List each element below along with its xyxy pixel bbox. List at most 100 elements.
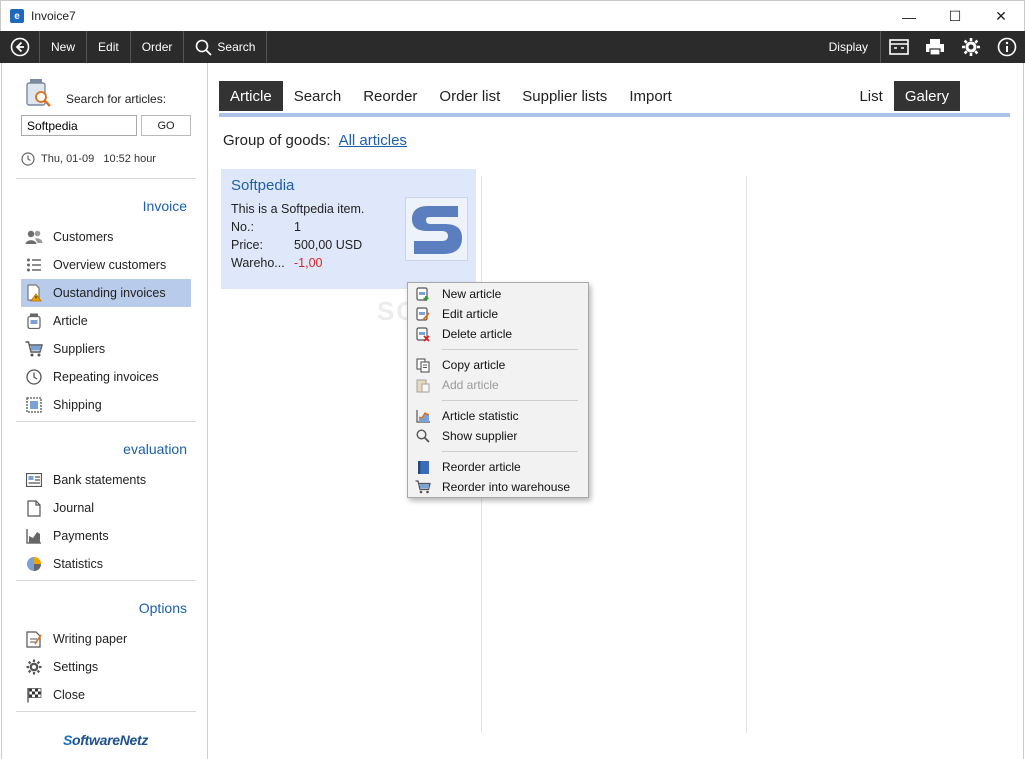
menu-item-show-supplier[interactable]: Show supplier [408,426,588,446]
clock-icon [26,369,42,385]
article-image [405,197,468,261]
tab-import[interactable]: Import [618,81,683,111]
search-icon [196,39,213,56]
menu-item-reorder-into-warehouse[interactable]: Reorder into warehouse [408,477,588,497]
article-number-value: 1 [294,220,301,234]
menu-item-reorder-article[interactable]: Reorder article [408,457,588,477]
main-content: Article Search Reorder Order list Suppli… [209,63,1024,759]
sidebar-item-repeating-invoices[interactable]: Repeating invoices [21,363,191,391]
softpedia-s-logo-icon [412,206,462,254]
search-button[interactable]: Search [184,31,268,63]
menu-item-article-statistic[interactable]: Article statistic [408,406,588,426]
sidebar-item-payments[interactable]: Payments [21,522,191,550]
tab-order-list[interactable]: Order list [428,81,511,111]
menu-item-copy-article[interactable]: Copy article [408,355,588,375]
tab-supplier-lists[interactable]: Supplier lists [511,81,618,111]
sidebar-item-label: Shipping [53,398,102,412]
tab-reorder[interactable]: Reorder [352,81,428,111]
window-title: Invoice7 [31,9,76,23]
book-icon [417,460,429,474]
section-title-options: Options [138,600,187,616]
clock-icon [21,152,35,166]
menu-item-add-article[interactable]: Add article [408,375,588,395]
minimize-button[interactable]: — [886,1,932,32]
new-button[interactable]: New [40,31,88,63]
article-warehouse-value: -1,00 [294,256,323,270]
statistic-chart-icon [415,410,430,423]
document-icon [27,499,41,517]
sidebar-item-shipping[interactable]: Shipping [21,391,191,419]
go-button[interactable]: GO [141,115,191,136]
screen-button[interactable] [881,31,917,63]
menu-item-label: Add article [442,378,499,392]
sidebar-item-settings[interactable]: Settings [21,653,191,681]
article-context-menu: New article Edit article Delete article … [407,282,589,498]
article-price-label: Price: [231,238,263,252]
sidebar-item-label: Bank statements [53,473,147,487]
view-tab-galery[interactable]: Galery [893,81,960,111]
sidebar-item-outstanding-invoices[interactable]: Oustanding invoices [21,279,191,307]
article-number-row: No.: 1 [231,220,301,234]
article-card[interactable]: Softpedia This is a Softpedia item. No.:… [221,169,476,289]
order-button[interactable]: Order [131,31,185,63]
app-icon: e [10,9,24,23]
tab-article[interactable]: Article [219,81,283,111]
menu-item-label: Edit article [442,307,499,321]
sidebar-item-article[interactable]: Article [21,307,191,335]
settings-button[interactable] [953,31,989,63]
article-warehouse-label: Wareho... [231,256,285,270]
article-search-icon [26,79,51,107]
users-icon [25,230,43,244]
paste-icon [416,378,430,393]
menu-item-label: Show supplier [442,429,518,443]
sidebar-item-statistics[interactable]: Statistics [21,550,191,578]
info-button[interactable] [989,31,1025,63]
menu-item-delete-article[interactable]: Delete article [408,324,588,344]
printer-icon [926,39,944,56]
menu-separator [442,349,578,350]
window-titlebar: e Invoice7 — ☐ ✕ [0,0,1025,31]
sidebar-item-journal[interactable]: Journal [21,494,191,522]
close-window-button[interactable]: ✕ [978,1,1024,32]
all-articles-link[interactable]: All articles [339,132,407,149]
display-button[interactable]: Display [817,31,881,63]
sidebar-item-customers[interactable]: Customers [21,223,191,251]
stamp-icon [26,397,42,413]
cart-icon [415,480,431,494]
article-price-value: 500,00 USD [294,238,363,252]
sidebar-item-writing-paper[interactable]: Writing paper [21,625,191,653]
search-icon [416,429,430,443]
article-search-input[interactable] [21,115,137,136]
sidebar-item-bank-statements[interactable]: Bank statements [21,466,191,494]
sidebar-item-close[interactable]: Close [21,681,191,709]
sidebar-item-label: Journal [53,501,94,515]
new-article-icon [416,287,429,301]
print-button[interactable] [917,31,953,63]
search-articles-label: Search for articles: [66,92,167,106]
sidebar-item-suppliers[interactable]: Suppliers [21,335,191,363]
article-warehouse-row: Wareho... -1,00 [231,256,323,270]
maximize-button[interactable]: ☐ [932,1,978,32]
menu-item-new-article[interactable]: New article [408,284,588,304]
sidebar-divider [16,580,196,581]
edit-button[interactable]: Edit [87,31,131,63]
payments-chart-icon [26,529,41,544]
view-tab-list[interactable]: List [848,81,893,111]
back-button[interactable] [0,31,40,63]
menu-item-edit-article[interactable]: Edit article [408,304,588,324]
menu-item-label: New article [442,287,502,301]
gallery-column-divider [746,176,747,733]
sidebar-item-label: Close [53,688,85,702]
edit-article-icon [416,307,430,321]
menu-item-label: Delete article [442,327,513,341]
sidebar-divider [16,421,196,422]
sidebar-item-label: Overview customers [53,258,167,272]
cart-icon [25,341,43,357]
list-icon [27,258,41,272]
article-tabs: Article Search Reorder Order list Suppli… [219,81,1010,117]
section-title-evaluation: evaluation [123,441,187,457]
sidebar-item-overview-customers[interactable]: Overview customers [21,251,191,279]
tab-search[interactable]: Search [283,81,353,111]
logo-text: oftwareNetz [72,732,149,748]
menu-separator [442,400,578,401]
